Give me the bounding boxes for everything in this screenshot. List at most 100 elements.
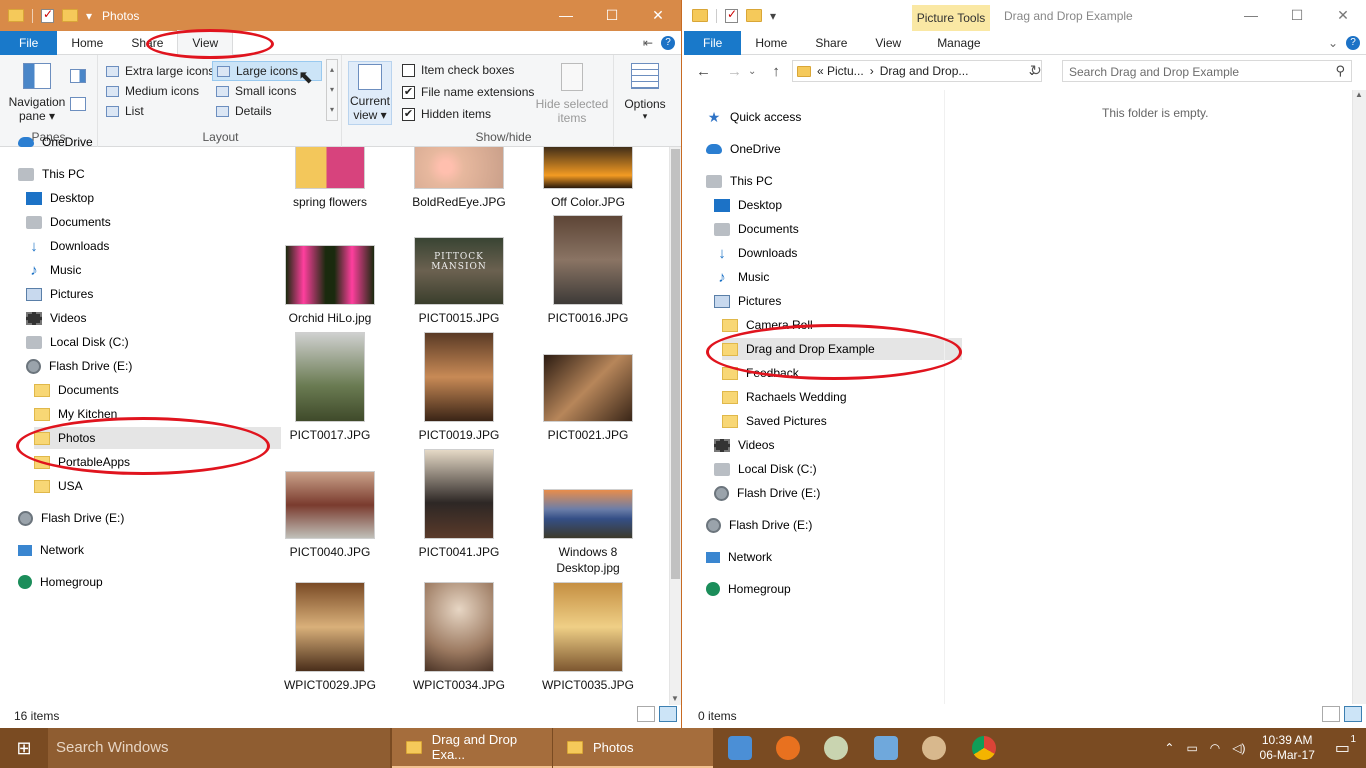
tree-item[interactable]: Videos [26,307,86,329]
tab-manage[interactable]: Manage [915,31,1002,55]
minimize-button[interactable]: — [1228,0,1274,31]
tree-item[interactable]: OneDrive [18,131,93,153]
close-button[interactable]: ✕ [1320,0,1366,31]
tree-item[interactable]: Network [18,539,84,561]
tree-item[interactable]: ★ Quick access [706,106,802,128]
file-tile[interactable]: PICT0021.JPG [526,354,650,442]
tree-item[interactable]: OneDrive [706,138,781,160]
expand-ribbon-icon[interactable]: ⌄ [1328,36,1338,50]
large-icons-view-icon[interactable] [659,706,677,722]
tree-item[interactable]: Videos [714,434,774,456]
tree-item[interactable]: PortableApps [34,451,130,473]
show-hidden-icons-icon[interactable]: ⌃ [1164,741,1174,755]
file-tile[interactable]: Orchid HiLo.jpg [268,245,392,325]
scrollbar-thumb[interactable] [671,149,680,579]
pin-ribbon-icon[interactable]: ⇤ [643,36,653,50]
file-tile[interactable]: Off Color.JPG [526,147,650,209]
file-tile[interactable]: Windows 8 Desktop.jpg [526,489,650,575]
breadcrumb-current[interactable]: Drag and Drop... [880,64,969,78]
tree-item[interactable]: Feedback [722,362,799,384]
vertical-scrollbar[interactable]: ▲ [1352,90,1366,704]
vertical-scrollbar[interactable]: ▼ [669,147,681,705]
tree-item[interactable]: Drag and Drop Example [722,338,962,360]
layout-extra-large-icons[interactable]: Extra large icons [102,61,218,81]
tree-item[interactable]: ♪ Music [26,259,81,281]
clock[interactable]: 10:39 AM 06-Mar-17 [1260,733,1315,763]
layout-small-icons[interactable]: Small icons [212,81,300,101]
tree-item[interactable]: My Kitchen [34,403,117,425]
new-folder-icon[interactable] [746,9,762,22]
back-arrow-icon[interactable]: ← [696,63,711,80]
layout-details[interactable]: Details [212,101,276,121]
recent-locations-icon[interactable]: ⌄ [748,66,756,80]
file-tile[interactable]: PICT0017.JPG [268,332,392,442]
layout-list[interactable]: List [102,101,148,121]
tree-item[interactable]: Pictures [714,290,781,312]
minimize-button[interactable]: — [543,0,589,31]
up-arrow-icon[interactable]: ↑ [772,63,780,80]
title-bar[interactable]: ▾ Picture Tools Drag and Drop Example — … [684,0,1366,31]
tree-item[interactable]: Desktop [714,194,782,216]
file-tile[interactable]: PICT0040.JPG [268,471,392,559]
photo-viewer-icon[interactable] [874,736,898,760]
large-icons-view-icon[interactable] [1344,706,1362,722]
tree-item[interactable]: Flash Drive (E:) [706,514,812,536]
tab-home[interactable]: Home [57,31,117,55]
tree-item[interactable]: Camera Roll [722,314,813,336]
tree-item[interactable]: Homegroup [18,571,103,593]
tab-view[interactable]: View [177,30,234,55]
scroll-down-arrow[interactable]: ▼ [671,694,679,703]
scroll-up-arrow[interactable]: ▲ [1355,90,1363,99]
tree-item[interactable]: ↓ Downloads [714,242,797,264]
tree-item[interactable]: Documents [26,211,111,233]
tree-item[interactable]: Photos [34,427,281,449]
options-button[interactable]: Options ▾ [620,63,670,122]
preview-pane-icon[interactable] [70,69,86,83]
taskbar-app-drag-drop[interactable]: Drag and Drop Exa... [392,728,552,768]
file-tile[interactable]: PICT0019.JPG [397,332,521,442]
tab-view[interactable]: View [861,31,915,55]
layout-scroll[interactable]: ▴ ▾ ▾ [326,59,338,121]
file-tile[interactable]: PITTOCK MANSION PICT0015.JPG [397,237,521,325]
close-button[interactable]: ✕ [635,0,681,31]
tab-share[interactable]: Share [801,31,861,55]
refresh-icon[interactable]: ↻ [1030,62,1042,79]
tree-item[interactable]: ♪ Music [714,266,769,288]
navigation-pane-button[interactable]: Navigation pane ▾ [6,63,68,123]
firefox-icon[interactable] [776,736,800,760]
file-tile[interactable]: WPICT0034.JPG [397,582,521,692]
tree-item[interactable]: Local Disk (C:) [714,458,817,480]
file-name-extensions-toggle[interactable]: ✔ File name extensions [402,85,534,99]
customize-qat-icon[interactable]: ▾ [770,9,776,23]
layout-medium-icons[interactable]: Medium icons [102,81,203,101]
breadcrumb-pictures[interactable]: « Pictu... [817,64,864,78]
current-view-button[interactable]: Current view ▾ [348,61,392,125]
file-tile[interactable]: spring flowers [268,147,392,209]
tree-item[interactable]: This PC [18,163,85,185]
tree-item[interactable]: This PC [706,170,773,192]
customize-qat-icon[interactable]: ▾ [86,9,92,23]
file-tile[interactable]: BoldRedEye.JPG [397,147,521,209]
maximize-button[interactable]: ☐ [589,0,635,31]
tree-item[interactable]: Flash Drive (E:) [26,355,132,377]
tree-item[interactable]: USA [34,475,83,497]
taskbar-search[interactable]: Search Windows [48,728,390,768]
volume-icon[interactable]: ◁) [1232,741,1245,755]
tree-item[interactable]: Flash Drive (E:) [18,507,124,529]
properties-icon[interactable] [41,7,54,23]
help-icon[interactable]: ? [1346,35,1360,50]
file-tile[interactable]: WPICT0029.JPG [268,582,392,692]
details-view-icon[interactable] [637,706,655,722]
tab-share[interactable]: Share [117,31,177,55]
forward-arrow-icon[interactable]: → [727,63,742,80]
network-icon[interactable]: ▭ [1186,741,1197,755]
file-tile[interactable]: PICT0041.JPG [397,449,521,559]
new-folder-icon[interactable] [62,9,78,22]
tree-item[interactable]: Network [706,546,772,568]
file-tile[interactable]: PICT0016.JPG [526,215,650,325]
help-icon[interactable]: ? [661,35,675,50]
item-check-boxes-toggle[interactable]: Item check boxes [402,63,514,77]
details-view-icon[interactable] [1322,706,1340,722]
tree-item[interactable]: ↓ Downloads [26,235,109,257]
file-tile[interactable]: WPICT0035.JPG [526,582,650,692]
